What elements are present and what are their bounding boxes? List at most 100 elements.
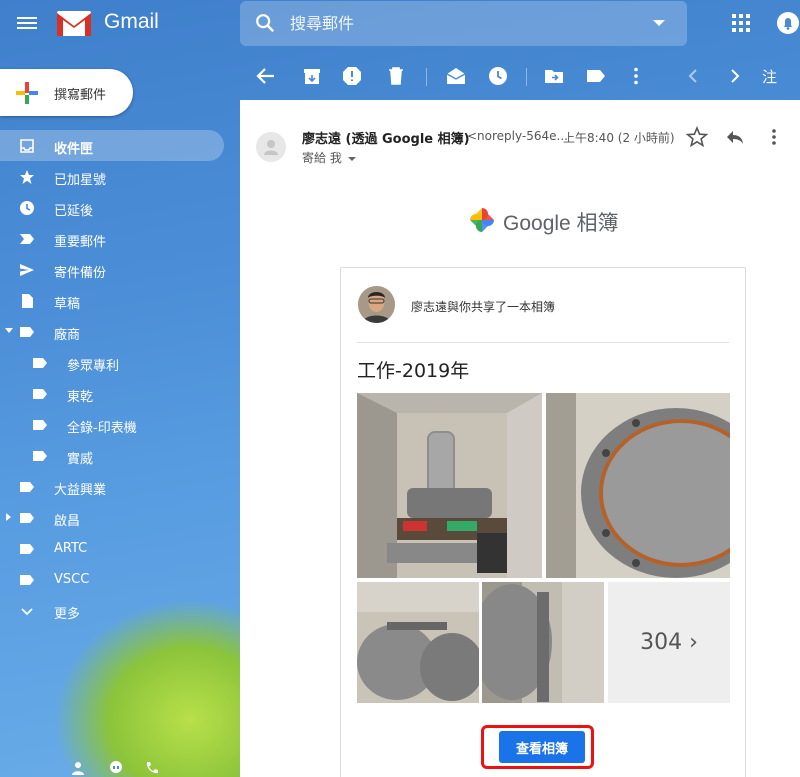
send-icon [20,264,34,276]
reply-icon[interactable] [724,126,746,148]
draft-icon [22,294,33,308]
sidebar-item-drafts[interactable]: 草稿 [0,285,240,316]
top-bar: Gmail [0,0,800,48]
sharer-avatar [358,286,395,323]
gmail-logo-icon[interactable] [56,8,92,38]
sidebar-nav: 收件匣 已加星號 已延後 重要郵件 寄件備份 草稿 廠商 參眾專利 東乾 全錄-… [0,130,240,626]
sidebar-item-label-folder[interactable]: 啟昌 [0,502,240,533]
shared-album-card: 廖志遠與你共享了一本相簿 工作-2019年 304 › 查看相簿 [340,267,746,777]
report-spam-icon[interactable] [340,64,364,88]
album-photo[interactable] [357,393,542,578]
plus-icon [16,82,38,104]
sidebar-item-vscc[interactable]: VSCC [0,564,240,595]
google-photos-logo-icon [470,208,494,232]
toolbar-divider [426,68,427,86]
expand-more-icon [21,608,33,616]
sidebar-item-label: 已加星號 [54,173,107,188]
sidebar-item-vendors[interactable]: 廠商 [0,316,240,347]
hangouts-icon[interactable] [108,760,124,776]
message-time: 上午8:40 (2 小時前) [563,131,675,145]
main-menu-icon[interactable] [17,14,37,32]
newer-chevron-icon[interactable] [682,64,706,88]
album-photo[interactable] [546,393,730,578]
sidebar-item-sub-label[interactable]: 實威 [0,440,240,471]
sidebar-item-label-folder[interactable]: 大益興業 [0,471,240,502]
album-photo[interactable] [482,582,604,703]
important-icon [20,234,34,244]
compose-label: 撰寫郵件 [54,88,107,103]
collapse-caret-icon[interactable] [5,328,13,333]
label-icon [33,358,47,368]
notifications-icon[interactable] [776,10,800,36]
back-arrow-icon[interactable] [254,64,278,88]
sidebar-item-starred[interactable]: 已加星號 [0,161,240,192]
sidebar-item-sent[interactable]: 寄件備份 [0,254,240,285]
tank-photo-image [357,582,479,703]
sidebar-item-label: 啟昌 [54,514,81,529]
sidebar-item-label: 草稿 [54,297,81,312]
delete-icon[interactable] [384,64,408,88]
label-icon [20,513,34,523]
message-toolbar: 注 [240,52,800,100]
recipient-details-toggle[interactable]: 寄給 我 [302,149,356,166]
label-icon [33,420,47,430]
label-icon [20,544,34,554]
album-photo[interactable] [357,582,479,703]
sidebar-item-sub-label[interactable]: 東乾 [0,378,240,409]
chevron-down-icon [347,156,356,161]
google-photos-wordmark: Google 相簿 [503,212,619,235]
label-icon [33,451,47,461]
label-icon [20,575,34,585]
move-to-icon[interactable] [542,64,566,88]
search-icon[interactable] [254,12,276,34]
more-vert-icon[interactable] [764,126,784,148]
sidebar-item-label: 大益興業 [54,483,107,498]
sidebar-item-label: 全錄-印表機 [67,421,137,436]
sidebar-item-label: 東乾 [67,390,94,405]
card-divider [357,342,729,343]
toolbar-divider [526,68,527,86]
more-options-icon[interactable] [624,64,648,88]
search-bar[interactable] [240,1,687,46]
star-icon[interactable] [686,126,708,148]
mark-unread-icon[interactable] [444,64,468,88]
label-as-icon[interactable] [584,64,608,88]
person-icon [264,140,278,155]
machine-photo-image [357,393,542,578]
share-notice: 廖志遠與你共享了一本相簿 [411,300,556,314]
sidebar-item-important[interactable]: 重要郵件 [0,223,240,254]
older-chevron-icon[interactable] [722,64,746,88]
input-tools-label[interactable]: 注 [762,66,777,87]
expand-caret-icon[interactable] [6,513,11,521]
sidebar-item-sub-label[interactable]: 全錄-印表機 [0,409,240,440]
inbox-icon [20,139,34,153]
sidebar-item-sub-label[interactable]: 參眾專利 [0,347,240,378]
snooze-icon[interactable] [486,64,510,88]
sender-email: <noreply-564e... [467,129,568,143]
apps-grid-icon[interactable] [732,14,750,32]
sidebar-item-label: 實威 [67,452,94,467]
label-icon [20,482,34,492]
sidebar-item-label: 重要郵件 [54,235,107,250]
view-album-button[interactable]: 查看相簿 [499,731,585,763]
sidebar-item-label: 已延後 [54,204,94,219]
compose-button[interactable]: 撰寫郵件 [0,69,133,116]
sidebar-item-label: VSCC [54,572,90,587]
sidebar-item-label: 寄件備份 [54,266,107,281]
sender-avatar [256,132,286,162]
archive-icon[interactable] [300,64,324,88]
person-icon[interactable] [70,760,86,776]
sidebar-item-artc[interactable]: ARTC [0,533,240,564]
search-input[interactable] [290,9,630,37]
more-photos-tile[interactable]: 304 › [608,582,730,703]
more-photos-count: 304 › [640,630,698,655]
tank-photo-image [546,393,730,578]
sidebar-item-inbox[interactable]: 收件匣 [0,130,224,161]
tank-photo-image [482,582,604,703]
clock-icon [20,201,34,215]
sidebar-item-snoozed[interactable]: 已延後 [0,192,240,223]
search-options-icon[interactable] [653,20,665,26]
sidebar-item-more[interactable]: 更多 [0,595,240,626]
phone-icon[interactable] [144,760,160,776]
sidebar-item-label: 更多 [54,607,81,622]
